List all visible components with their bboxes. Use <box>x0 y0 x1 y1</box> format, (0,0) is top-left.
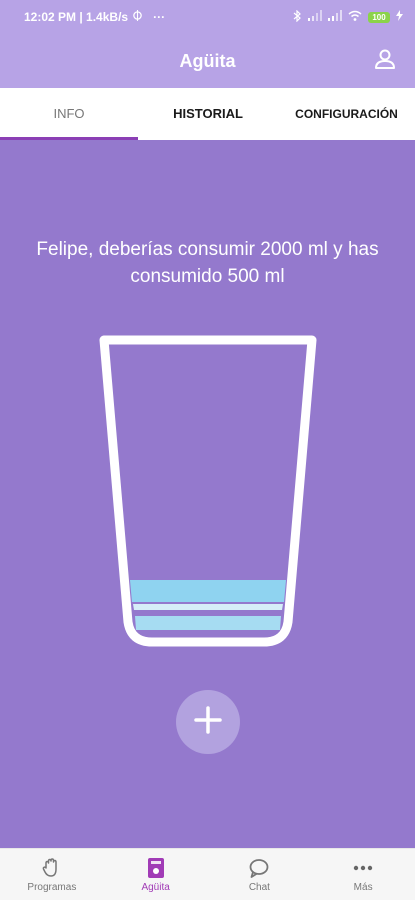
tab-bar: INFO HISTORIAL CONFIGURACIÓN <box>0 88 415 140</box>
water-glass-icon <box>144 856 168 880</box>
nav-programas[interactable]: Programas <box>0 849 104 900</box>
nav-aguita[interactable]: Agüita <box>104 849 208 900</box>
status-bar: 12:02 PM | 1.4kB/s ··· 100 <box>0 0 415 34</box>
water-glass-illustration <box>98 334 318 654</box>
consumption-message: Felipe, deberías consumir 2000 ml y has … <box>36 239 379 287</box>
main-content: Felipe, deberías consumir 2000 ml y has … <box>0 140 415 848</box>
nav-label-aguita: Agüita <box>141 882 170 893</box>
wifi-icon <box>348 10 362 24</box>
nav-chat[interactable]: Chat <box>208 849 312 900</box>
signal-icon-2 <box>328 10 342 24</box>
nav-label-chat: Chat <box>248 882 270 893</box>
app-title: Agüita <box>179 51 236 71</box>
battery-indicator: 100 <box>368 11 390 23</box>
chat-icon <box>247 856 271 880</box>
add-water-button[interactable] <box>176 690 240 754</box>
status-dots: ··· <box>153 10 166 24</box>
charging-icon <box>396 10 403 24</box>
nav-label-mas: Más <box>353 882 373 893</box>
hand-icon <box>40 856 64 880</box>
app-bar: Agüita <box>0 34 415 88</box>
bottom-navigation: Programas Agüita Chat Más <box>0 848 415 900</box>
vpn-icon <box>132 10 143 24</box>
bluetooth-icon <box>293 9 302 25</box>
plus-icon <box>193 705 223 740</box>
signal-icon <box>308 10 322 24</box>
more-icon <box>351 856 375 880</box>
tab-configuracion[interactable]: CONFIGURACIÓN <box>278 88 415 140</box>
user-icon <box>374 48 396 75</box>
tab-info[interactable]: INFO <box>0 88 138 140</box>
status-left: 12:02 PM | 1.4kB/s ··· <box>24 10 165 24</box>
nav-mas[interactable]: Más <box>311 849 415 900</box>
status-right: 100 <box>293 9 403 25</box>
nav-label-programas: Programas <box>27 882 77 893</box>
status-time: 12:02 PM | 1.4kB/s <box>24 10 129 24</box>
profile-button[interactable] <box>371 47 399 75</box>
tab-historial[interactable]: HISTORIAL <box>138 88 278 140</box>
